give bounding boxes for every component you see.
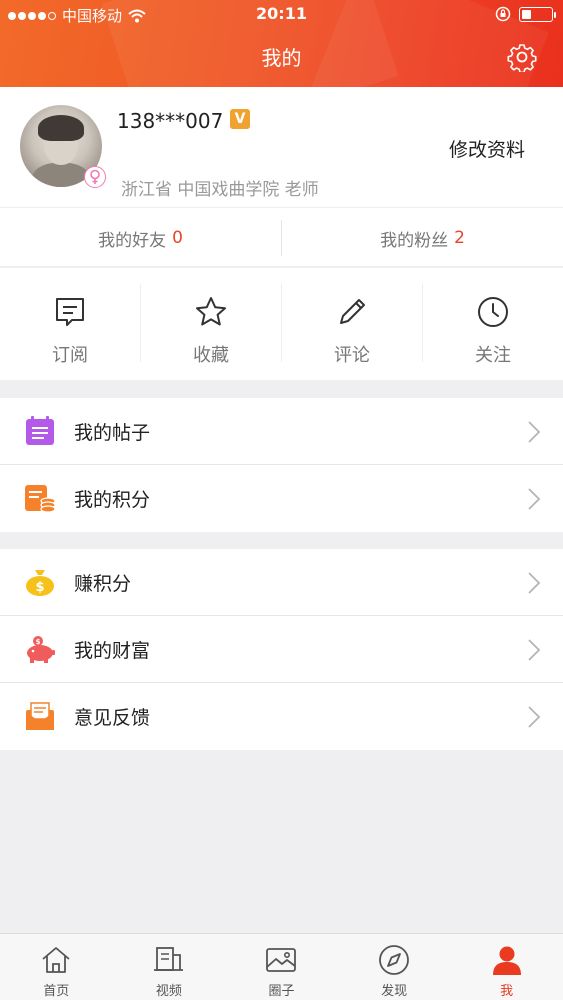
chevron-right-icon [528, 572, 541, 594]
header: 中国移动 20:11 我的 [0, 0, 563, 87]
menu-item-points[interactable]: 我的积分 [0, 465, 563, 532]
chevron-right-icon [528, 639, 541, 661]
status-right [495, 6, 556, 22]
action-label: 关注 [475, 345, 511, 366]
piggybank-icon: $ [27, 636, 55, 663]
chevron-right-icon [528, 706, 541, 728]
action-favorite[interactable]: 收藏 [141, 268, 281, 381]
svg-text:$: $ [35, 580, 44, 595]
moneybag-icon: $ [26, 570, 54, 596]
fans-stat[interactable]: 我的粉丝 2 [282, 208, 563, 268]
status-time: 20:11 [256, 4, 307, 23]
tab-label: 发现 [381, 984, 408, 999]
battery-fill [522, 9, 532, 19]
menu-item-label: 我的积分 [74, 489, 151, 511]
feedback-icon [26, 702, 54, 730]
tab-label: 圈子 [268, 984, 295, 999]
status-bar: 中国移动 20:11 [0, 0, 563, 28]
compass-icon [379, 945, 409, 975]
menu-group: $ 赚积分 $ 我的财富 意见反馈 [0, 549, 563, 750]
quick-actions: 订阅 收藏 评论 关注 [0, 267, 563, 380]
video-icon [153, 947, 183, 971]
menu-item-earn-points[interactable]: $ 赚积分 [0, 549, 563, 616]
gear-icon[interactable] [507, 42, 537, 72]
menu-item-label: 我的财富 [74, 639, 151, 662]
tab-discover[interactable]: 发现 [338, 934, 451, 1000]
svg-text:$: $ [36, 638, 41, 646]
rotation-lock-icon [495, 6, 511, 22]
stats-row: 我的好友 0 我的粉丝 2 [0, 207, 563, 267]
username: 138***007 [117, 109, 224, 133]
points-icon [25, 485, 56, 513]
verified-badge: V [230, 109, 250, 129]
chevron-right-icon [528, 488, 541, 510]
tab-video[interactable]: 视频 [113, 934, 226, 1000]
menu-item-feedback[interactable]: 意见反馈 [0, 683, 563, 750]
menu-group: 我的帖子 我的积分 [0, 398, 563, 532]
home-icon [42, 947, 70, 973]
person-icon [492, 946, 521, 975]
fans-label: 我的粉丝 [380, 230, 449, 251]
menu-item-label: 我的帖子 [74, 421, 151, 444]
edit-profile-button[interactable]: 修改资料 [449, 135, 525, 162]
battery-icon [519, 6, 556, 22]
profile-info: 浙江省 中国戏曲学院 老师 [121, 180, 319, 200]
tab-bar: 首页 视频 圈子 发现 我 [0, 933, 563, 1000]
menu-item-wealth[interactable]: $ 我的财富 [0, 616, 563, 683]
action-follow[interactable]: 关注 [423, 268, 563, 381]
pencil-icon [340, 299, 365, 324]
action-subscribe[interactable]: 订阅 [0, 268, 140, 381]
tab-label: 视频 [155, 984, 182, 999]
star-icon [196, 297, 226, 326]
tab-home[interactable]: 首页 [0, 934, 113, 1000]
menu-item-posts[interactable]: 我的帖子 [0, 398, 563, 465]
action-label: 收藏 [193, 345, 229, 366]
female-icon [84, 166, 106, 188]
profile-card[interactable]: 138***007 V 修改资料 浙江省 中国戏曲学院 老师 [0, 87, 563, 207]
action-comment[interactable]: 评论 [282, 268, 422, 381]
menu-item-label: 赚积分 [74, 572, 132, 595]
friends-count: 0 [172, 228, 183, 248]
tab-label: 首页 [43, 984, 70, 999]
fans-count: 2 [454, 228, 465, 248]
posts-icon [26, 416, 54, 445]
page-title: 我的 [261, 46, 302, 70]
image-icon [266, 948, 297, 972]
friends-stat[interactable]: 我的好友 0 [0, 208, 281, 268]
action-label: 评论 [334, 345, 370, 366]
menu-item-label: 意见反馈 [74, 707, 151, 729]
tab-circle[interactable]: 圈子 [225, 934, 338, 1000]
action-label: 订阅 [52, 345, 88, 366]
tab-me[interactable]: 我 [450, 934, 563, 1000]
friends-label: 我的好友 [98, 230, 167, 251]
subscribe-icon [56, 298, 84, 326]
tab-label: 我 [500, 984, 514, 999]
clock-icon [478, 297, 508, 327]
chevron-right-icon [528, 421, 541, 443]
